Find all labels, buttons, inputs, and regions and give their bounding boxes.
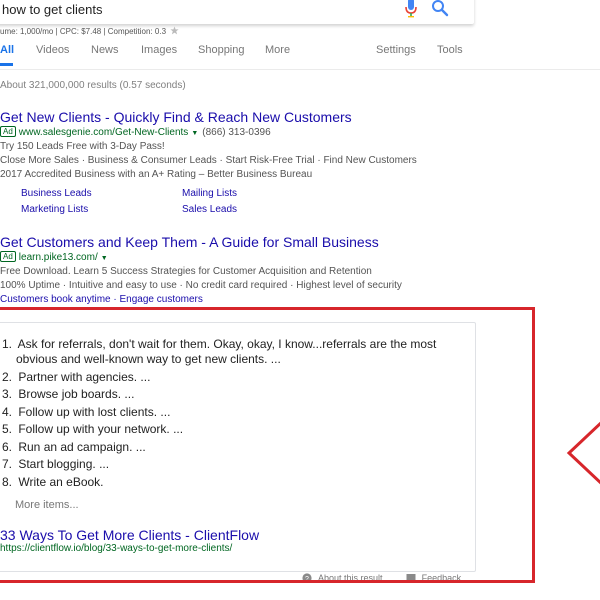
sitelink-mailing-lists[interactable]: Mailing Lists: [182, 188, 237, 199]
sitelink-sales-leads[interactable]: Sales Leads: [182, 204, 237, 215]
annotation-arrow-icon: [566, 421, 600, 485]
tab-active-indicator: [0, 63, 13, 66]
tab-videos[interactable]: Videos: [36, 44, 69, 56]
ad-description: 100% Uptime · Intuitive and easy to use …: [0, 280, 402, 291]
ad-description: Try 150 Leads Free with 3-Day Pass!: [0, 141, 165, 152]
ad-link-customers-book-anytime[interactable]: Customers book anytime: [0, 294, 111, 305]
tab-all[interactable]: All: [0, 44, 14, 56]
keyword-stats-text: ume: 1,000/mo | CPC: $7.48 | Competition…: [0, 27, 167, 36]
ad-description: Free Download. Learn 5 Success Strategie…: [0, 266, 372, 277]
tabs-divider: [0, 69, 600, 70]
tab-settings[interactable]: Settings: [376, 44, 416, 56]
ad-badge: Ad: [0, 251, 16, 262]
microphone-icon[interactable]: [404, 0, 418, 18]
ad-title-link[interactable]: Get Customers and Keep Them - A Guide fo…: [0, 234, 560, 250]
search-results-page: ume: 1,000/mo | CPC: $7.48 | Competition…: [0, 0, 600, 600]
sitelink-business-leads[interactable]: Business Leads: [21, 188, 92, 199]
tab-news[interactable]: News: [91, 44, 119, 56]
search-icon[interactable]: [431, 0, 449, 17]
search-input[interactable]: [2, 0, 392, 20]
ad-phone[interactable]: (866) 313-0396: [202, 127, 270, 138]
search-box[interactable]: [0, 0, 474, 24]
ad-result: Get New Clients - Quickly Find & Reach N…: [0, 109, 560, 220]
ad-link-engage-customers[interactable]: Engage customers: [120, 294, 203, 305]
search-tabs: All Videos News Images Shopping More Set…: [0, 44, 600, 70]
ad-url-line: Ad www.salesgenie.com/Get-New-Clients ▼ (86…: [0, 126, 560, 140]
result-stats: About 321,000,000 results (0.57 seconds): [0, 80, 186, 91]
ad-sitelinks: Business Leads Mailing Lists Marketing L…: [0, 186, 560, 220]
keyword-stats-bar: ume: 1,000/mo | CPC: $7.48 | Competition…: [0, 26, 179, 36]
tab-more[interactable]: More: [265, 44, 290, 56]
ad-display-url[interactable]: www.salesgenie.com/Get-New-Clients: [19, 127, 189, 138]
annotation-highlight-box: [0, 307, 535, 583]
ad-title-link[interactable]: Get New Clients - Quickly Find & Reach N…: [0, 109, 560, 125]
tab-images[interactable]: Images: [141, 44, 177, 56]
ad-display-url[interactable]: learn.pike13.com/: [19, 252, 98, 263]
caret-down-icon[interactable]: ▼: [191, 130, 198, 137]
ad-badge: Ad: [0, 126, 16, 137]
tab-shopping[interactable]: Shopping: [198, 44, 245, 56]
sitelink-marketing-lists[interactable]: Marketing Lists: [21, 204, 88, 215]
ad-description: Close More Sales · Business & Consumer L…: [0, 155, 417, 166]
ad-description: 2017 Accredited Business with an A+ Rati…: [0, 169, 313, 180]
star-icon[interactable]: [170, 26, 179, 35]
caret-down-icon[interactable]: ▼: [101, 255, 108, 262]
ad-extra-links: Customers book anytime · Engage customer…: [0, 294, 203, 305]
ad-result: Get Customers and Keep Them - A Guide fo…: [0, 234, 560, 307]
ad-url-line: Ad learn.pike13.com/▼: [0, 251, 560, 265]
tab-tools[interactable]: Tools: [437, 44, 463, 56]
